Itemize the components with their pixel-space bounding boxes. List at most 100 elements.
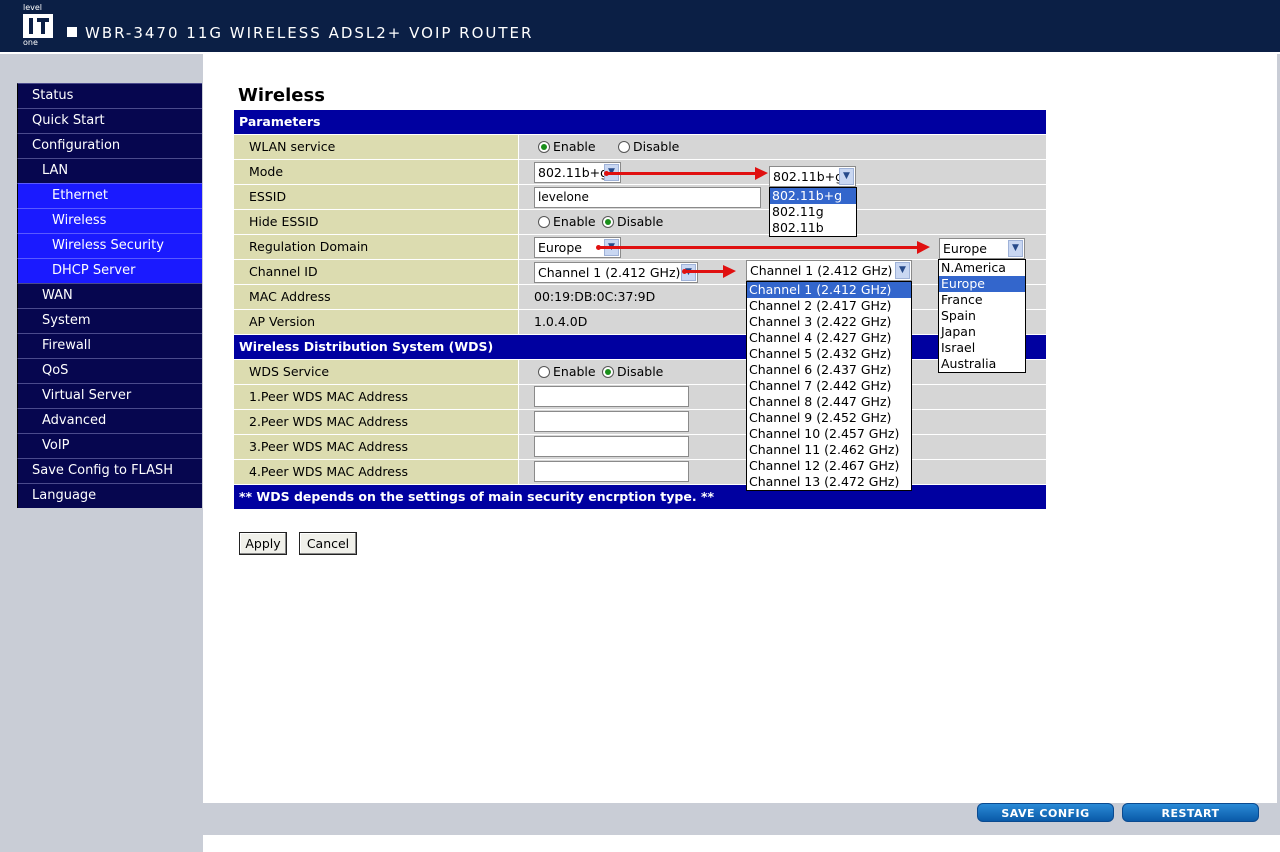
peer-1-input[interactable] <box>534 386 689 407</box>
sidebar-nav: Status Quick Start Configuration LAN Etherne… <box>17 83 202 508</box>
wds-enable-radio[interactable]: Enable <box>538 360 596 384</box>
sidebar-item-save-config-to-flash[interactable]: Save Config to FLASH <box>17 458 202 483</box>
row-channel-id: Channel ID Channel 1 (2.412 GHz)▼ <box>234 260 1046 285</box>
radio-selected-icon <box>602 366 614 378</box>
chevron-down-icon: ▼ <box>839 168 854 185</box>
channel-option[interactable]: Channel 5 (2.432 GHz) <box>747 346 911 362</box>
peer-1-label: 1.Peer WDS MAC Address <box>234 385 518 409</box>
channel-option[interactable]: Channel 4 (2.427 GHz) <box>747 330 911 346</box>
row-peer-3: 3.Peer WDS MAC Address <box>234 435 1046 460</box>
wlan-enable-radio[interactable]: Enable <box>538 135 596 159</box>
domain-select-expanded[interactable]: Europe ▼ <box>939 238 1025 259</box>
radio-unselected-icon <box>538 216 550 228</box>
hide-essid-disable-radio[interactable]: Disable <box>602 210 663 234</box>
peer-4-label: 4.Peer WDS MAC Address <box>234 460 518 484</box>
logo-text-bottom: one <box>23 38 38 47</box>
mode-select-expanded[interactable]: 802.11b+g ▼ <box>769 166 856 187</box>
wlan-disable-radio[interactable]: Disable <box>618 135 679 159</box>
channel-option[interactable]: Channel 10 (2.457 GHz) <box>747 426 911 442</box>
hide-essid-enable-radio[interactable]: Enable <box>538 210 596 234</box>
restart-button[interactable]: RESTART <box>1122 803 1259 822</box>
channel-option[interactable]: Channel 6 (2.437 GHz) <box>747 362 911 378</box>
sidebar-item-advanced[interactable]: Advanced <box>17 408 202 433</box>
domain-option[interactable]: Australia <box>939 356 1025 372</box>
mode-select-value: 802.11b+g <box>538 165 609 180</box>
sidebar-item-virtual-server[interactable]: Virtual Server <box>17 383 202 408</box>
peer-2-input[interactable] <box>534 411 689 432</box>
channel-id-label: Channel ID <box>234 260 518 284</box>
channel-option[interactable]: Channel 2 (2.417 GHz) <box>747 298 911 314</box>
row-mac-address: MAC Address 00:19:DB:0C:37:9D <box>234 285 1046 310</box>
sidebar-item-configuration[interactable]: Configuration <box>17 133 202 158</box>
channel-option[interactable]: Channel 12 (2.467 GHz) <box>747 458 911 474</box>
regulation-domain-select-value: Europe <box>538 240 582 255</box>
sidebar-item-lan[interactable]: LAN <box>17 158 202 183</box>
essid-input[interactable]: levelone <box>534 187 761 208</box>
channel-select-expanded[interactable]: Channel 1 (2.412 GHz) ▼ <box>746 260 912 281</box>
sidebar-item-ethernet[interactable]: Ethernet <box>17 183 202 208</box>
domain-option[interactable]: N.America <box>939 260 1025 276</box>
row-wds-service: WDS Service Enable Disable <box>234 360 1046 385</box>
save-config-button[interactable]: SAVE CONFIG <box>977 803 1114 822</box>
row-peer-1: 1.Peer WDS MAC Address <box>234 385 1046 410</box>
wds-disable-radio[interactable]: Disable <box>602 360 663 384</box>
radio-selected-icon <box>602 216 614 228</box>
mac-address-label: MAC Address <box>234 285 518 309</box>
bottom-bar <box>203 803 1280 835</box>
radio-selected-icon <box>538 141 550 153</box>
peer-3-input[interactable] <box>534 436 689 457</box>
domain-expanded-value: Europe <box>943 241 987 256</box>
row-ap-version: AP Version 1.0.4.0D <box>234 310 1046 335</box>
parameters-header: Parameters <box>234 110 1046 134</box>
sidebar-item-voip[interactable]: VoIP <box>17 433 202 458</box>
square-bullet-icon <box>67 27 77 37</box>
mode-label: Mode <box>234 160 518 184</box>
sidebar-item-wireless[interactable]: Wireless <box>17 208 202 233</box>
domain-option[interactable]: France <box>939 292 1025 308</box>
domain-option[interactable]: Spain <box>939 308 1025 324</box>
channel-option[interactable]: Channel 8 (2.447 GHz) <box>747 394 911 410</box>
row-essid: ESSID levelone <box>234 185 1046 210</box>
sidebar-item-quick-start[interactable]: Quick Start <box>17 108 202 133</box>
channel-option[interactable]: Channel 3 (2.422 GHz) <box>747 314 911 330</box>
channel-option[interactable]: Channel 1 (2.412 GHz) <box>747 282 911 298</box>
wlan-service-value: Enable Disable <box>519 135 1046 159</box>
channel-option[interactable]: Channel 9 (2.452 GHz) <box>747 410 911 426</box>
channel-id-select[interactable]: Channel 1 (2.412 GHz)▼ <box>534 262 698 283</box>
sidebar-item-system[interactable]: System <box>17 308 202 333</box>
channel-option[interactable]: Channel 7 (2.442 GHz) <box>747 378 911 394</box>
bottom-strip <box>203 835 1280 852</box>
row-wlan-service: WLAN service Enable Disable <box>234 135 1046 160</box>
domain-option[interactable]: Europe <box>939 276 1025 292</box>
sidebar-item-status[interactable]: Status <box>17 83 202 108</box>
sidebar-item-firewall[interactable]: Firewall <box>17 333 202 358</box>
sidebar-item-dhcp-server[interactable]: DHCP Server <box>17 258 202 283</box>
peer-4-input[interactable] <box>534 461 689 482</box>
hide-essid-disable-label: Disable <box>617 214 664 229</box>
mode-option[interactable]: 802.11b <box>770 220 856 236</box>
apply-button[interactable]: Apply <box>239 532 287 555</box>
regulation-domain-label: Regulation Domain <box>234 235 518 259</box>
logo-mark <box>23 14 53 38</box>
sidebar-item-wireless-security[interactable]: Wireless Security <box>17 233 202 258</box>
domain-option[interactable]: Japan <box>939 324 1025 340</box>
levelone-logo: level one <box>20 4 56 48</box>
wds-note: ** WDS depends on the settings of main s… <box>234 485 1046 509</box>
logo-text-top: level <box>23 3 43 12</box>
mode-option[interactable]: 802.11g <box>770 204 856 220</box>
cancel-button[interactable]: Cancel <box>299 532 357 555</box>
sidebar-item-qos[interactable]: QoS <box>17 358 202 383</box>
hide-essid-label: Hide ESSID <box>234 210 518 234</box>
sidebar-item-wan[interactable]: WAN <box>17 283 202 308</box>
mac-address-text: 00:19:DB:0C:37:9D <box>534 289 656 304</box>
mode-expanded-value: 802.11b+g <box>773 169 844 184</box>
domain-option[interactable]: Israel <box>939 340 1025 356</box>
mode-option[interactable]: 802.11b+g <box>770 188 856 204</box>
page-title: Wireless <box>238 85 325 106</box>
sidebar-item-language[interactable]: Language <box>17 483 202 508</box>
wds-service-label: WDS Service <box>234 360 518 384</box>
annotation-arrow-domain <box>596 241 930 254</box>
channel-option[interactable]: Channel 13 (2.472 GHz) <box>747 474 911 490</box>
channel-option[interactable]: Channel 11 (2.462 GHz) <box>747 442 911 458</box>
product-title-text: WBR-3470 11G WIRELESS ADSL2+ VOIP ROUTER <box>85 24 534 42</box>
